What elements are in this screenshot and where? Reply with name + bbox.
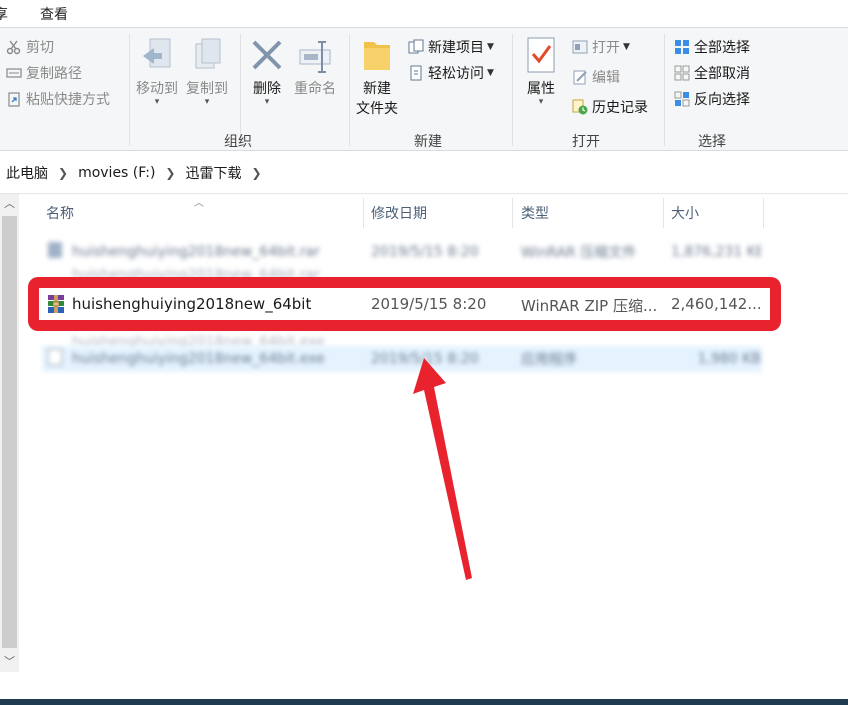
red-arrow-annotation	[413, 358, 472, 580]
taskbar-edge	[0, 699, 848, 705]
